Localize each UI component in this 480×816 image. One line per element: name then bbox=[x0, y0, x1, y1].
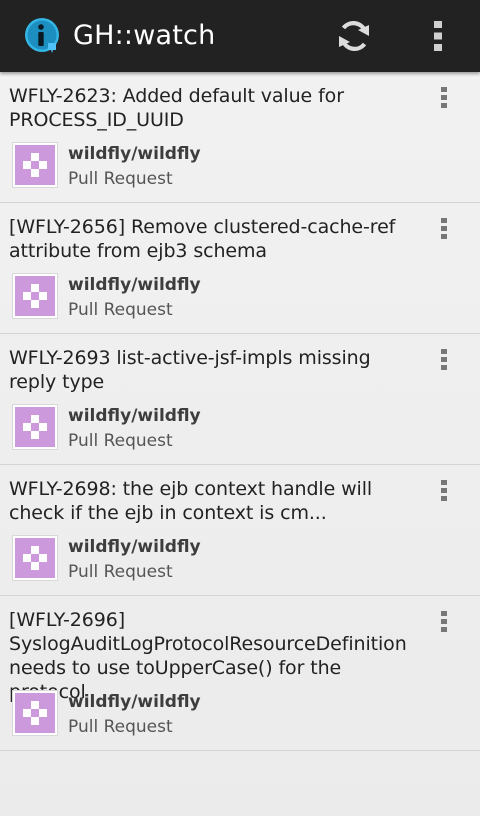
notification-list: WFLY-2623: Added default value for PROCE… bbox=[0, 72, 480, 751]
overflow-menu-icon bbox=[441, 87, 447, 108]
item-overflow-button[interactable] bbox=[428, 608, 460, 644]
app-title: GH::watch bbox=[73, 20, 216, 51]
item-overflow-button[interactable] bbox=[428, 477, 460, 513]
action-bar: GH::watch bbox=[0, 0, 480, 72]
item-overflow-button[interactable] bbox=[428, 346, 460, 382]
repo-name: wildfly/wildfly bbox=[68, 692, 201, 712]
repo-name: wildfly/wildfly bbox=[68, 537, 201, 557]
identicon-icon bbox=[15, 538, 55, 578]
item-title: WFLY-2623: Added default value for PROCE… bbox=[9, 85, 344, 131]
refresh-button[interactable] bbox=[332, 14, 376, 58]
item-type: Pull Request bbox=[68, 169, 173, 189]
item-overflow-button[interactable] bbox=[428, 215, 460, 251]
item-title: WFLY-2698: the ejb context handle will c… bbox=[9, 478, 373, 524]
item-type: Pull Request bbox=[68, 300, 173, 320]
item-type: Pull Request bbox=[68, 717, 173, 737]
overflow-menu-icon bbox=[441, 218, 447, 239]
overflow-menu-icon bbox=[441, 349, 447, 370]
overflow-menu-icon bbox=[441, 480, 447, 501]
identicon-icon bbox=[15, 407, 55, 447]
avatar bbox=[12, 273, 58, 319]
item-title: [WFLY-2696] SyslogAuditLogProtocolResour… bbox=[9, 609, 407, 703]
overflow-menu-icon bbox=[434, 21, 442, 51]
item-type: Pull Request bbox=[68, 562, 173, 582]
overflow-menu-icon bbox=[441, 611, 447, 632]
overflow-menu-button[interactable] bbox=[420, 14, 456, 58]
identicon-icon bbox=[15, 145, 55, 185]
repo-name: wildfly/wildfly bbox=[68, 144, 201, 164]
identicon-icon bbox=[15, 276, 55, 316]
list-item[interactable]: [WFLY-2696] SyslogAuditLogProtocolResour… bbox=[0, 596, 480, 751]
avatar bbox=[12, 535, 58, 581]
list-item[interactable]: WFLY-2698: the ejb context handle will c… bbox=[0, 465, 480, 596]
avatar bbox=[12, 690, 58, 736]
identicon-icon bbox=[15, 693, 55, 733]
item-title: WFLY-2693 list-active-jsf-impls missing … bbox=[9, 347, 371, 393]
item-title: [WFLY-2656] Remove clustered-cache-ref a… bbox=[9, 216, 396, 262]
repo-name: wildfly/wildfly bbox=[68, 275, 201, 295]
item-type: Pull Request bbox=[68, 431, 173, 451]
avatar bbox=[12, 142, 58, 188]
list-item[interactable]: WFLY-2693 list-active-jsf-impls missing … bbox=[0, 334, 480, 465]
avatar bbox=[12, 404, 58, 450]
list-item[interactable]: [WFLY-2656] Remove clustered-cache-ref a… bbox=[0, 203, 480, 334]
info-icon[interactable] bbox=[24, 17, 62, 55]
repo-name: wildfly/wildfly bbox=[68, 406, 201, 426]
list-item[interactable]: WFLY-2623: Added default value for PROCE… bbox=[0, 72, 480, 203]
item-overflow-button[interactable] bbox=[428, 84, 460, 120]
refresh-icon bbox=[339, 21, 369, 51]
